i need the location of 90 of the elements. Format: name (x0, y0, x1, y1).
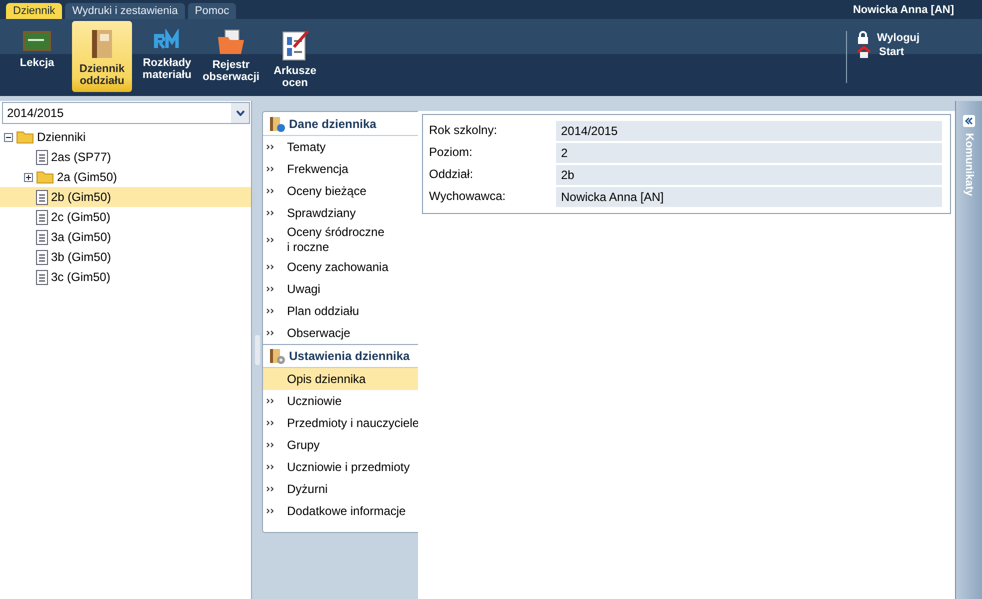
field-label: Poziom: (429, 144, 474, 161)
toolbar-button[interactable]: Rozkłady materiału (138, 21, 196, 92)
toolbar-button[interactable]: Lekcja (8, 21, 66, 92)
tree-item[interactable]: Dzienniki (0, 127, 251, 147)
folder-icon (16, 130, 34, 144)
side-panel-title: Komunikaty (963, 133, 975, 196)
menu-tab[interactable]: Wydruki i zestawienia (65, 3, 185, 19)
nav-item[interactable]: Opis dziennika (263, 368, 418, 390)
tree-item-label: 3c (Gim50) (51, 270, 110, 284)
nav-item[interactable]: Oceny śródroczne i roczne (263, 224, 418, 256)
chevron-icon (266, 508, 275, 514)
document-icon (36, 190, 48, 204)
tree-item-label: 2c (Gim50) (51, 210, 110, 224)
nav-item[interactable]: Przedmioty i nauczyciele (263, 412, 418, 434)
tree-item[interactable]: 3a (Gim50) (0, 227, 251, 247)
chevron-icon (266, 286, 275, 292)
book-gear-icon (269, 348, 285, 364)
tree-item[interactable]: 2b (Gim50) (0, 187, 251, 207)
chevron-icon (266, 264, 275, 270)
chevron-icon (266, 188, 275, 194)
nav-item[interactable]: Grupy (263, 434, 418, 456)
tree-item-label: 3b (Gim50) (51, 250, 112, 264)
user-name: Nowicka Anna [AN] (852, 4, 955, 16)
chevron-icon (266, 210, 275, 216)
chevron-icon (266, 420, 275, 426)
tree-item-label: 2as (SP77) (51, 150, 112, 164)
document-icon (36, 230, 48, 244)
document-icon (36, 270, 48, 284)
nav-item[interactable]: Uwagi (263, 278, 418, 300)
field-label: Rok szkolny: (429, 122, 498, 139)
nav-item[interactable]: Dodatkowe informacje (263, 500, 418, 522)
field-value: 2014/2015 (556, 121, 942, 141)
nav-item[interactable]: Sprawdziany (263, 202, 418, 224)
section-title: Ustawienia dziennika (289, 349, 410, 363)
field-value: Nowicka Anna [AN] (556, 187, 942, 207)
expand-icon[interactable] (24, 172, 33, 182)
nav-item[interactable]: Plan oddziału (263, 300, 418, 322)
tree-item-label: 3a (Gim50) (51, 230, 112, 244)
field-label: Wychowawca: (429, 188, 507, 205)
nav-item[interactable]: Dyżurni (263, 478, 418, 500)
tree-item[interactable]: 2a (Gim50) (0, 167, 251, 187)
field-label: Oddział: (429, 166, 474, 183)
nav-item[interactable]: Frekwencja (263, 158, 418, 180)
nav-item[interactable]: Oceny zachowania (263, 256, 418, 278)
chevron-icon (266, 144, 275, 150)
menu-tab[interactable]: Pomoc (188, 3, 236, 19)
chalkboard-icon (22, 29, 52, 53)
chevron-icon (266, 486, 275, 492)
menu-tab[interactable]: Dziennik (6, 3, 62, 19)
chevron-icon (266, 166, 275, 172)
folder-icon (216, 29, 246, 55)
collapse-left-icon[interactable] (963, 115, 975, 127)
year-select[interactable]: 2014/2015 (2, 102, 250, 124)
tree-item-label: Dzienniki (37, 130, 86, 144)
folder-icon (36, 170, 54, 184)
grade-sheet-icon (280, 29, 310, 61)
tree-item-label: 2a (Gim50) (57, 170, 118, 184)
tree-item[interactable]: 2c (Gim50) (0, 207, 251, 227)
toolbar-button[interactable]: Arkusze ocen (266, 21, 324, 92)
nav-item[interactable]: Uczniowie i przedmioty (263, 456, 418, 478)
chevron-icon (266, 308, 275, 314)
chevron-icon (266, 398, 275, 404)
toolbar-button[interactable]: Dziennik oddziału (72, 21, 132, 92)
collapse-icon[interactable] (4, 132, 13, 142)
tree-item[interactable]: 2as (SP77) (0, 147, 251, 167)
chevron-icon (266, 330, 275, 336)
nav-item[interactable]: Tematy (263, 136, 418, 158)
toolbar-button[interactable]: Rejestr obserwacji (202, 21, 260, 92)
document-icon (36, 250, 48, 264)
nav-item[interactable]: Obserwacje (263, 322, 418, 344)
home-icon (857, 46, 871, 58)
chevron-icon (266, 237, 275, 243)
nav-item[interactable]: Uczniowie (263, 390, 418, 412)
document-icon (36, 210, 48, 224)
lock-icon (857, 31, 869, 44)
account-link[interactable]: Start (857, 46, 974, 58)
section-title: Dane dziennika (289, 116, 376, 130)
chevron-icon (266, 442, 275, 448)
field-value: 2b (556, 165, 942, 185)
tree-item[interactable]: 3b (Gim50) (0, 247, 251, 267)
account-link[interactable]: Wyloguj (857, 31, 974, 44)
chevron-icon (266, 464, 275, 470)
splitter-handle[interactable] (254, 335, 260, 365)
notebook-icon (89, 29, 115, 59)
tree-item-label: 2b (Gim50) (51, 190, 112, 204)
book-info-icon (269, 116, 285, 132)
nav-item[interactable]: Oceny bieżące (263, 180, 418, 202)
document-icon (36, 150, 48, 164)
field-value: 2 (556, 143, 942, 163)
tree-item[interactable]: 3c (Gim50) (0, 267, 251, 287)
